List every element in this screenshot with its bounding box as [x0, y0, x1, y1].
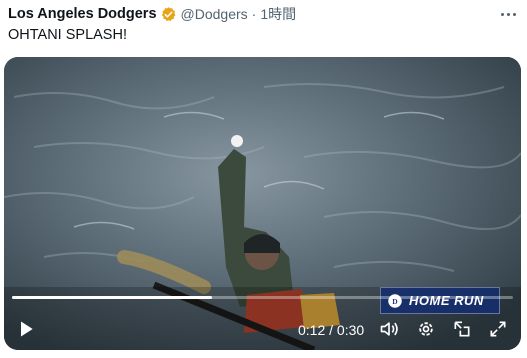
pip-icon[interactable]	[450, 317, 474, 341]
video-controls: 0:12 / 0:30	[4, 310, 521, 350]
play-icon[interactable]	[14, 317, 38, 341]
post-time[interactable]: 1時間	[260, 4, 296, 24]
settings-icon[interactable]	[414, 317, 438, 341]
progress-bar[interactable]	[12, 296, 513, 299]
progress-fill	[12, 296, 213, 299]
author-name[interactable]: Los Angeles Dodgers	[8, 6, 157, 22]
fullscreen-icon[interactable]	[486, 317, 510, 341]
tweet-text: OHTANI SPLASH!	[8, 27, 127, 43]
verified-badge-icon	[160, 6, 177, 23]
video-player[interactable]: D HOME RUN 0:12 / 0:30	[4, 57, 521, 350]
meta-separator: ·	[251, 6, 257, 22]
volume-icon[interactable]	[377, 317, 401, 341]
author-handle[interactable]: @Dodgers	[181, 6, 248, 22]
time-display: 0:12 / 0:30	[298, 322, 365, 338]
more-icon[interactable]	[497, 5, 519, 23]
tweet-header: Los Angeles Dodgers @Dodgers · 1時間	[8, 3, 519, 25]
